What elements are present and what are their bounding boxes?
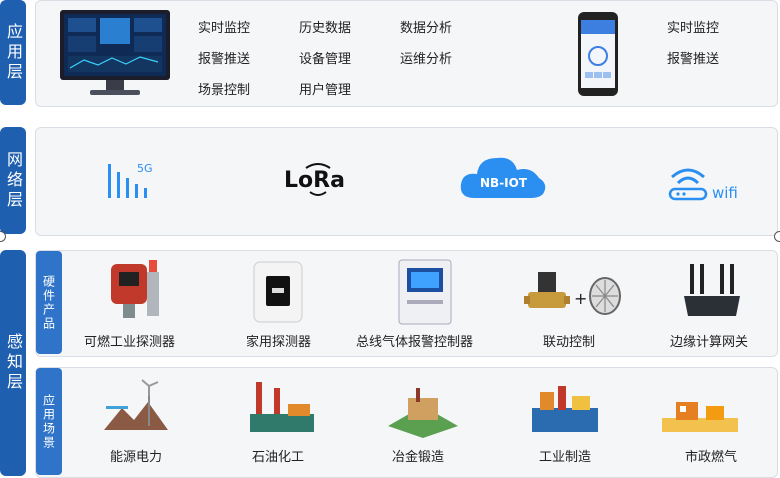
network-5g-label: 5G bbox=[137, 162, 153, 175]
pc-function-alarm: 报警推送 bbox=[198, 52, 251, 67]
edge-gateway-icon bbox=[684, 264, 740, 316]
connector-dot-left bbox=[0, 231, 6, 242]
application-scenes-label: 应用场景 bbox=[36, 368, 62, 475]
wifi-router-icon bbox=[668, 168, 708, 201]
hardware-item-home-detector: 家用探测器 bbox=[246, 335, 312, 350]
hardware-item-linkage-control: 联动控制 bbox=[543, 335, 596, 350]
industrial-manufacturing-scene-icon bbox=[532, 386, 598, 432]
connector-dot-right bbox=[774, 231, 780, 242]
home-gas-detector-icon bbox=[253, 261, 303, 323]
perception-layer-label: 感知层 bbox=[0, 250, 26, 476]
pc-function-device: 设备管理 bbox=[299, 52, 352, 67]
network-layer-label: 网络层 bbox=[0, 127, 26, 234]
pc-function-analysis: 数据分析 bbox=[400, 21, 453, 36]
pc-function-history: 历史数据 bbox=[299, 21, 352, 36]
scene-item-metallurgy: 冶金锻造 bbox=[392, 450, 445, 465]
hardware-item-industrial-detector: 可燃工业探测器 bbox=[84, 335, 176, 350]
mobile-phone-icon bbox=[578, 12, 618, 96]
scene-item-municipal-gas: 市政燃气 bbox=[685, 450, 738, 465]
solenoid-valve-icon bbox=[524, 272, 570, 308]
hardware-products-label: 硬件产品 bbox=[36, 251, 62, 354]
mobile-function-alarm: 报警推送 bbox=[667, 52, 720, 67]
mobile-function-realtime: 实时监控 bbox=[667, 21, 720, 36]
pc-function-ops: 运维分析 bbox=[400, 52, 453, 67]
energy-power-scene-icon bbox=[104, 379, 168, 430]
linkage-plus-sign: + bbox=[574, 289, 588, 308]
hardware-item-bus-controller: 总线气体报警控制器 bbox=[356, 335, 474, 350]
petrochemical-scene-icon bbox=[250, 382, 314, 432]
pc-function-scene: 场景控制 bbox=[198, 83, 251, 98]
scene-item-petrochemical: 石油化工 bbox=[252, 450, 305, 465]
application-layer-label: 应用层 bbox=[0, 0, 26, 105]
exhaust-fan-icon bbox=[589, 277, 621, 315]
metallurgy-scene-icon bbox=[388, 388, 458, 438]
scene-item-manufacturing: 工业制造 bbox=[539, 450, 592, 465]
industrial-gas-detector-icon bbox=[111, 260, 159, 318]
scene-item-energy: 能源电力 bbox=[110, 450, 163, 465]
monitor-dashboard-icon bbox=[60, 10, 170, 95]
municipal-gas-scene-icon bbox=[662, 402, 738, 432]
pc-function-user: 用户管理 bbox=[299, 83, 352, 98]
network-wifi-label: wifi bbox=[712, 184, 738, 202]
hardware-item-edge-gateway: 边缘计算网关 bbox=[670, 335, 749, 350]
network-nbiot-label: NB-IOT bbox=[480, 176, 528, 190]
pc-function-realtime: 实时监控 bbox=[198, 21, 251, 36]
bus-gas-alarm-controller-icon bbox=[398, 259, 452, 325]
lora-logo-icon bbox=[305, 163, 331, 196]
